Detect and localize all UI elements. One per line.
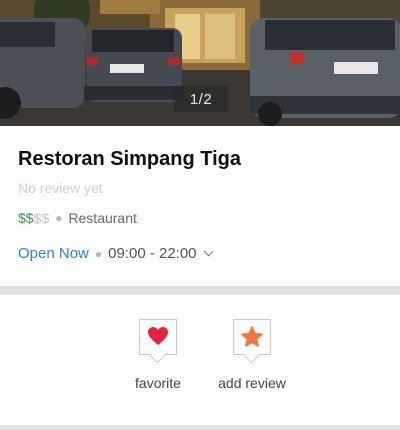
price-level-inactive: $$ <box>33 210 50 226</box>
chevron-down-icon[interactable] <box>203 246 214 257</box>
action-bar: favorite add review <box>0 295 400 425</box>
price-category-row: $$ $$ ● Restaurant <box>18 210 137 226</box>
review-bubble <box>233 319 271 355</box>
heart-icon <box>148 327 168 345</box>
opening-hours: 09:00 - 22:00 <box>108 245 197 262</box>
add-review-button[interactable]: add review <box>212 319 292 391</box>
bottom-divider <box>0 425 400 430</box>
favorite-bubble <box>139 319 177 355</box>
separator-dot: ● <box>55 211 63 225</box>
photo-counter: 1/2 <box>174 86 228 112</box>
review-status: No review yet <box>18 180 103 196</box>
star-icon <box>241 326 263 347</box>
separator-dot: ● <box>94 246 103 261</box>
add-review-label: add review <box>218 375 286 391</box>
section-divider <box>0 286 400 295</box>
place-info: Restoran Simpang Tiga No review yet $$ $$… <box>0 126 400 286</box>
photo-gallery[interactable]: 1/2 <box>0 0 400 126</box>
place-name: Restoran Simpang Tiga <box>18 148 242 170</box>
category-label: Restaurant <box>68 210 137 226</box>
open-status: Open Now <box>18 245 89 262</box>
favorite-button[interactable]: favorite <box>118 319 198 391</box>
favorite-label: favorite <box>135 375 181 391</box>
price-level-active: $$ <box>18 210 34 226</box>
opening-hours-row[interactable]: Open Now ● 09:00 - 22:00 <box>18 245 214 262</box>
